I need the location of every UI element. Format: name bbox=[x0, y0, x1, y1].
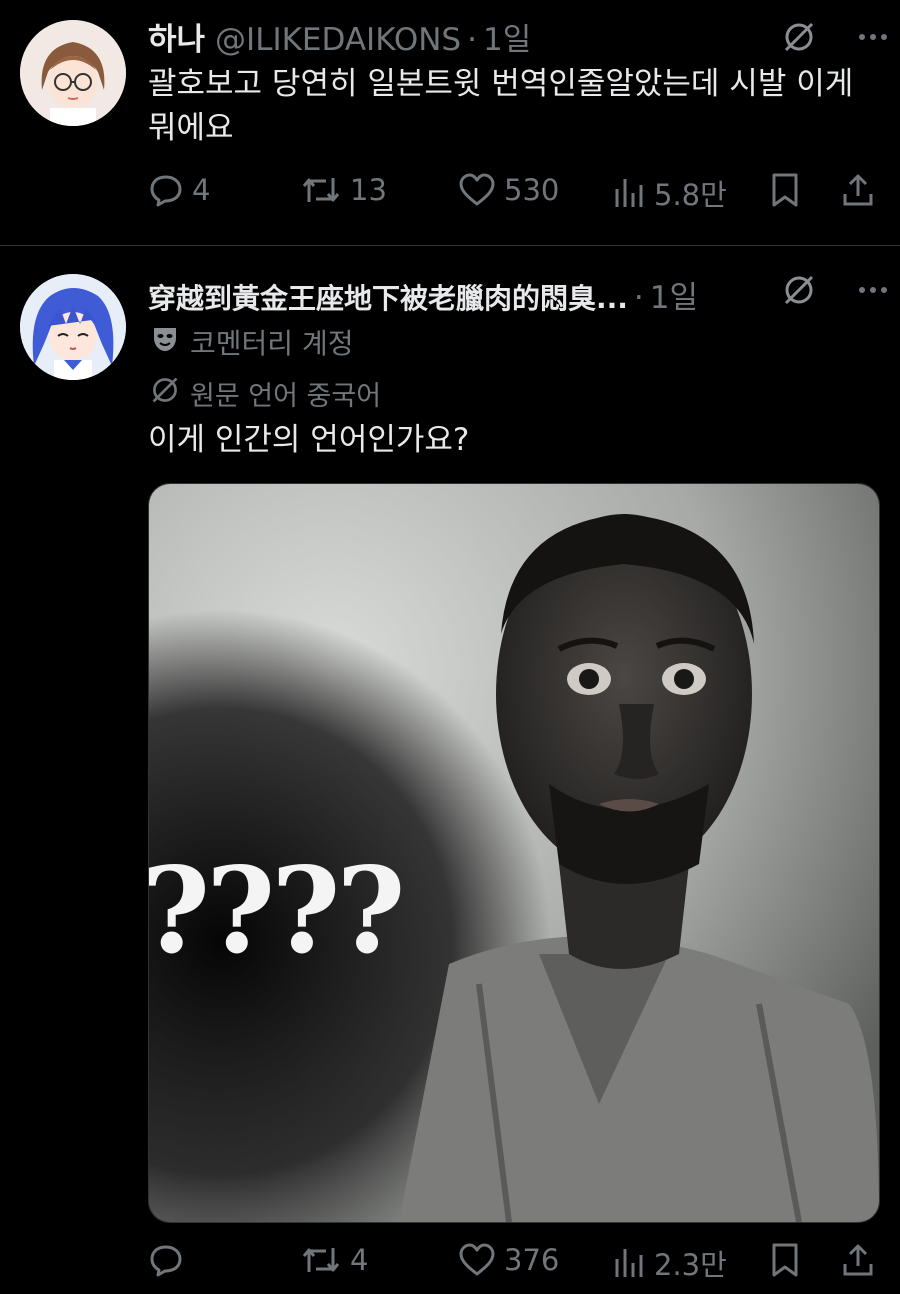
reply-count: 4 bbox=[192, 173, 211, 207]
avatar[interactable] bbox=[20, 274, 126, 380]
reply-icon bbox=[148, 1242, 184, 1278]
media-caption: ???? bbox=[149, 841, 402, 980]
share-button[interactable] bbox=[840, 172, 876, 208]
views-count: 5.8만 bbox=[654, 178, 727, 212]
account-label: 코멘터리 계정 bbox=[190, 327, 354, 360]
original-language-row: 원문 언어 중국어 bbox=[150, 374, 381, 413]
retweet-count: 13 bbox=[350, 173, 387, 207]
tweet-actions: 4 376 2.3만 bbox=[148, 1242, 878, 1286]
user-handle[interactable]: @ILIKEDAIKONS bbox=[215, 22, 461, 58]
like-icon bbox=[458, 1242, 496, 1278]
account-label-row: 코멘터리 계정 bbox=[150, 322, 353, 362]
tweet-actions: 4 13 530 5.8만 bbox=[148, 172, 878, 216]
share-icon bbox=[840, 172, 876, 208]
retweet-button[interactable]: 13 bbox=[300, 172, 387, 208]
retweet-icon bbox=[300, 172, 342, 208]
more-icon[interactable] bbox=[856, 273, 890, 311]
tweet-top-icons bbox=[782, 273, 890, 311]
more-icon[interactable] bbox=[856, 20, 890, 58]
translate-off-icon[interactable] bbox=[782, 273, 816, 311]
views-button[interactable]: 5.8만 bbox=[612, 172, 727, 214]
bookmark-button[interactable] bbox=[768, 1242, 802, 1278]
tweet-header: 하나 @ILIKEDAIKONS · 1일 bbox=[148, 14, 531, 59]
like-icon bbox=[458, 172, 496, 208]
reply-button[interactable]: 4 bbox=[148, 172, 210, 208]
timestamp[interactable]: 1일 bbox=[483, 14, 531, 59]
retweet-button[interactable]: 4 bbox=[300, 1242, 368, 1278]
tweet-text: 괄호보고 당연히 일본트윗 번역인줄알았는데 시발 이게뭐에요 bbox=[148, 66, 854, 146]
like-button[interactable]: 376 bbox=[458, 1242, 559, 1278]
views-icon bbox=[612, 175, 646, 211]
original-language: 원문 언어 중국어 bbox=[190, 381, 382, 412]
share-icon bbox=[840, 1242, 876, 1278]
views-button[interactable]: 2.3만 bbox=[612, 1242, 727, 1284]
timestamp[interactable]: 1일 bbox=[650, 272, 698, 317]
retweet-icon bbox=[300, 1242, 342, 1278]
bookmark-button[interactable] bbox=[768, 172, 802, 208]
views-count: 2.3만 bbox=[654, 1248, 727, 1282]
bookmark-icon bbox=[768, 1242, 802, 1278]
display-name[interactable]: 하나 bbox=[148, 14, 205, 59]
like-count: 376 bbox=[504, 1243, 560, 1277]
bookmark-icon bbox=[768, 172, 802, 208]
avatar[interactable] bbox=[20, 20, 126, 126]
views-icon bbox=[612, 1245, 646, 1281]
theater-mask-icon bbox=[150, 324, 180, 361]
tweet-text: 이게 인간의 언어인가요? bbox=[148, 422, 470, 458]
display-name[interactable]: 穿越到黃金王座地下被老臘肉的悶臭... bbox=[148, 277, 628, 317]
reply-icon bbox=[148, 172, 184, 208]
translate-off-icon[interactable] bbox=[782, 20, 816, 58]
separator-dot: · bbox=[467, 22, 477, 58]
tweet-1[interactable]: 하나 @ILIKEDAIKONS · 1일 괄호보고 당연히 일본트윗 번역인줄… bbox=[0, 0, 900, 245]
retweet-count: 4 bbox=[350, 1243, 369, 1277]
like-count: 530 bbox=[504, 173, 560, 207]
separator-dot: · bbox=[633, 280, 644, 316]
tweet-media-image[interactable]: ???? bbox=[148, 483, 880, 1223]
translate-off-icon bbox=[150, 375, 180, 412]
share-button[interactable] bbox=[840, 1242, 876, 1278]
like-button[interactable]: 530 bbox=[458, 172, 559, 208]
reply-button[interactable] bbox=[148, 1242, 192, 1278]
tweet-header: 穿越到黃金王座地下被老臘肉的悶臭... · 1일 bbox=[148, 272, 698, 317]
tweet-top-icons bbox=[782, 20, 890, 58]
